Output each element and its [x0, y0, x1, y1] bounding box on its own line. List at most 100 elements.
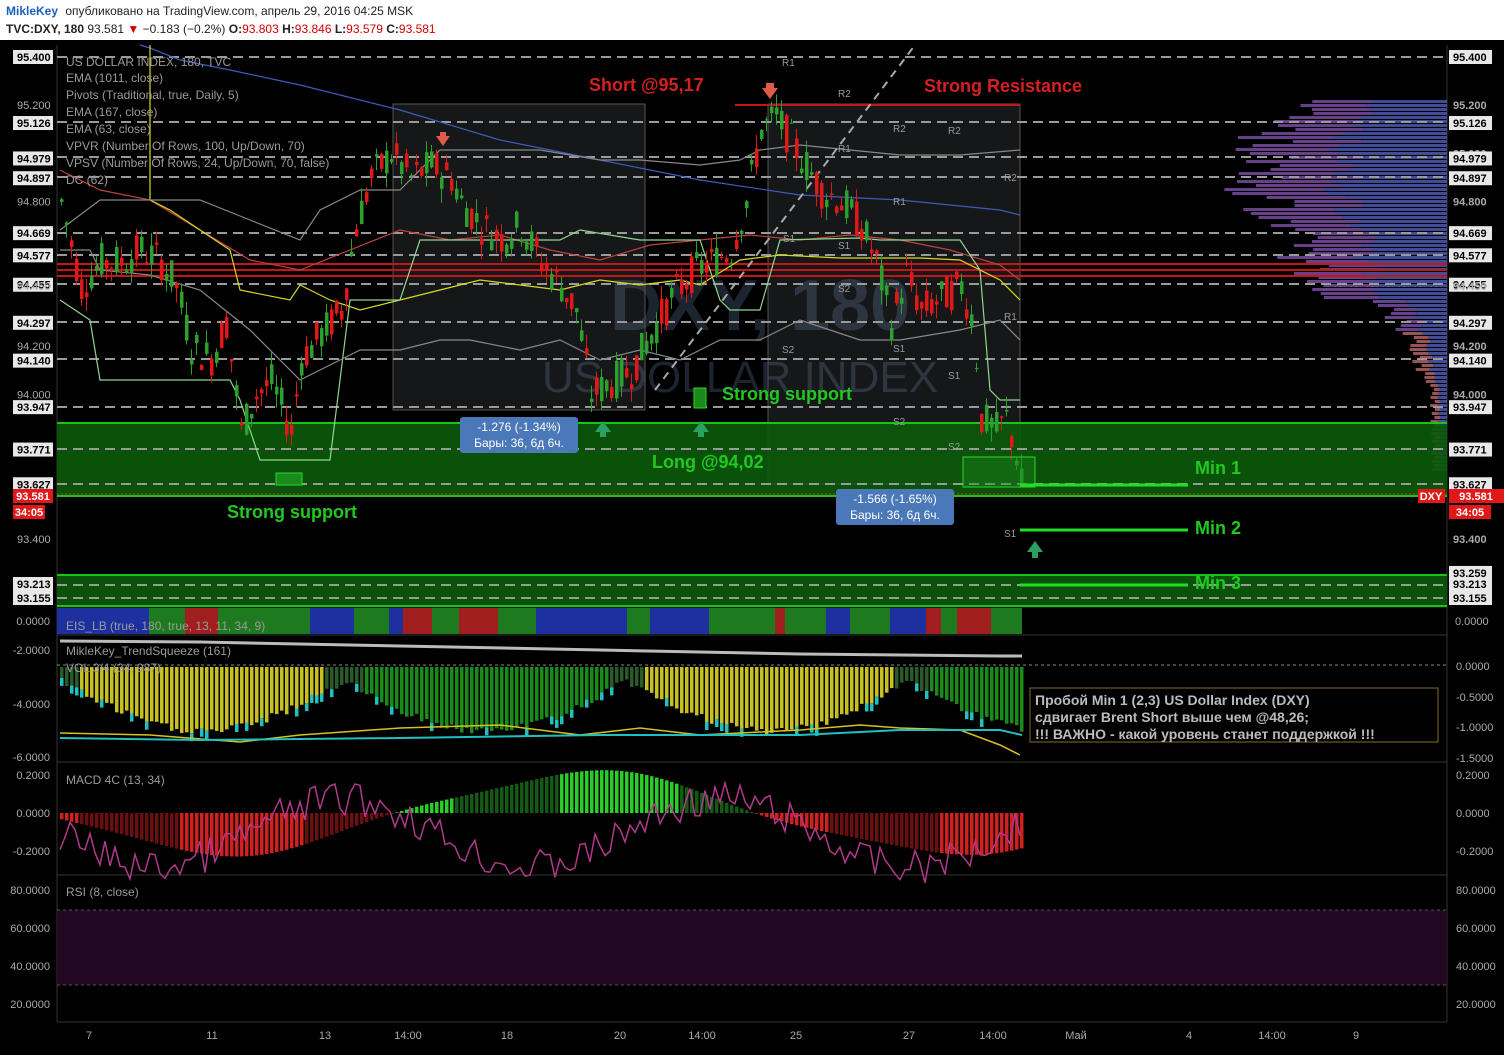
min3-annotation: Min 3	[1195, 573, 1241, 593]
candle-body	[165, 273, 169, 281]
price-tick: 95.400	[17, 52, 51, 64]
pivot-label: R1	[1004, 312, 1017, 323]
svg-text:!!! ВАЖНО - какой уровень стан: !!! ВАЖНО - какой уровень станет поддерж…	[1035, 726, 1375, 742]
svg-text:-4.0000: -4.0000	[13, 699, 50, 711]
candle-body	[385, 150, 389, 174]
pivot-label: S1	[1004, 529, 1017, 540]
pivot-label: S2	[948, 442, 961, 453]
candle-body	[535, 237, 539, 247]
publish-info: опубликовано на TradingView.com, апрель …	[65, 4, 414, 18]
candle-body	[285, 420, 289, 435]
candle-body	[140, 236, 144, 253]
price-tick: 94.669	[17, 228, 51, 240]
candle-body	[920, 302, 924, 309]
candle-body	[455, 188, 459, 200]
svg-text:0.0000: 0.0000	[1456, 808, 1490, 820]
price-tick: 94.200	[17, 341, 51, 353]
last-price: 93.581	[87, 22, 125, 36]
price-tick: 94.140	[17, 356, 51, 368]
measure-box-2[interactable]: -1.566 (-1.65%) Бары: 36, 6д 6ч.	[836, 489, 954, 525]
pivot-label: S1	[948, 371, 961, 382]
candle-body	[555, 269, 559, 273]
macd-title: MACD 4C (13, 34)	[66, 773, 165, 787]
svg-text:0.2000: 0.2000	[16, 770, 50, 782]
candle-body	[210, 358, 214, 376]
price-tick: 94.140	[1453, 356, 1487, 368]
candle-body	[665, 299, 669, 326]
svg-text:-2.0000: -2.0000	[13, 645, 50, 657]
candle-body	[810, 172, 814, 175]
svg-text:Бары: 36, 6д 6ч.: Бары: 36, 6д 6ч.	[850, 508, 940, 522]
candle-body	[270, 364, 274, 384]
candle-body	[825, 199, 829, 208]
candle-body	[425, 152, 429, 174]
candle-body	[865, 221, 869, 241]
candle-body	[605, 380, 609, 392]
candle-body	[730, 262, 734, 264]
svg-text:34:05: 34:05	[15, 507, 43, 519]
candle-body	[205, 342, 209, 354]
candle-body	[340, 310, 344, 320]
svg-text:40.0000: 40.0000	[1456, 961, 1496, 973]
candle-body	[110, 267, 114, 269]
candle-body	[525, 241, 529, 250]
candle-body	[990, 417, 994, 428]
candle-body	[120, 257, 124, 266]
candle-body	[770, 106, 774, 114]
candle-body	[475, 213, 479, 223]
candle-body	[1010, 435, 1014, 448]
price-tick: 94.200	[1453, 341, 1487, 353]
candle-body	[700, 260, 704, 274]
candle-body	[230, 359, 234, 362]
candle-body	[735, 239, 739, 249]
svg-text:20: 20	[614, 1030, 626, 1042]
symbol-label[interactable]: TVC:DXY, 180	[6, 22, 84, 36]
candle-body	[685, 284, 689, 290]
svg-text:14:00: 14:00	[979, 1030, 1007, 1042]
candle-body	[190, 359, 194, 365]
candle-body	[910, 272, 914, 286]
long-annotation: Long @94,02	[652, 452, 764, 472]
price-tick: 93.155	[1453, 593, 1487, 605]
svg-text:14:00: 14:00	[1258, 1030, 1286, 1042]
candle-body	[875, 250, 879, 255]
candle-body	[675, 273, 679, 277]
legend-item: DC (62)	[66, 173, 108, 187]
candle-body	[655, 322, 659, 344]
candle-body	[430, 151, 434, 168]
candle-body	[615, 360, 619, 399]
candle-body	[350, 251, 354, 256]
svg-text:34:05: 34:05	[1456, 507, 1484, 519]
svg-text:0.0000: 0.0000	[16, 616, 50, 628]
candle-body	[260, 389, 264, 394]
candle-body	[465, 208, 469, 227]
candle-body	[565, 297, 569, 303]
candle-body	[170, 260, 174, 287]
candle-body	[670, 288, 674, 298]
chart-svg[interactable]: DXY, 180 US DOLLAR INDEX R1 R2 R2 R2 R1 …	[0, 40, 1504, 1050]
price-tick: 95.126	[17, 118, 51, 130]
candle-body	[760, 129, 764, 140]
candle-body	[710, 248, 714, 253]
candle-body	[660, 298, 664, 324]
candle-body	[625, 368, 629, 378]
candle-body	[975, 368, 979, 370]
note-box[interactable]: Пробой Min 1 (2,3) US Dollar Index (DXY)…	[1029, 687, 1439, 743]
support-marker-left	[275, 472, 303, 486]
candle-body	[995, 412, 999, 432]
candle-body	[420, 167, 424, 176]
candle-body	[805, 152, 809, 181]
pivot-label: R2	[838, 89, 851, 100]
candle-body	[780, 110, 784, 130]
volume-title: VOL 3/4 (34, 987)	[66, 661, 161, 675]
candle-body	[375, 154, 379, 157]
price-tick: 94.000	[1453, 389, 1487, 401]
candle-body	[725, 258, 729, 263]
chart-area[interactable]: DXY, 180 US DOLLAR INDEX R1 R2 R2 R2 R1 …	[0, 40, 1504, 1050]
measure-box-1[interactable]: -1.276 (-1.34%) Бары: 36, 6д 6ч.	[460, 417, 578, 453]
candle-body	[795, 138, 799, 158]
candle-body	[610, 386, 614, 399]
author-link[interactable]: MikleKey	[6, 4, 58, 18]
svg-text:0.0000: 0.0000	[16, 808, 50, 820]
candle-body	[745, 201, 749, 209]
